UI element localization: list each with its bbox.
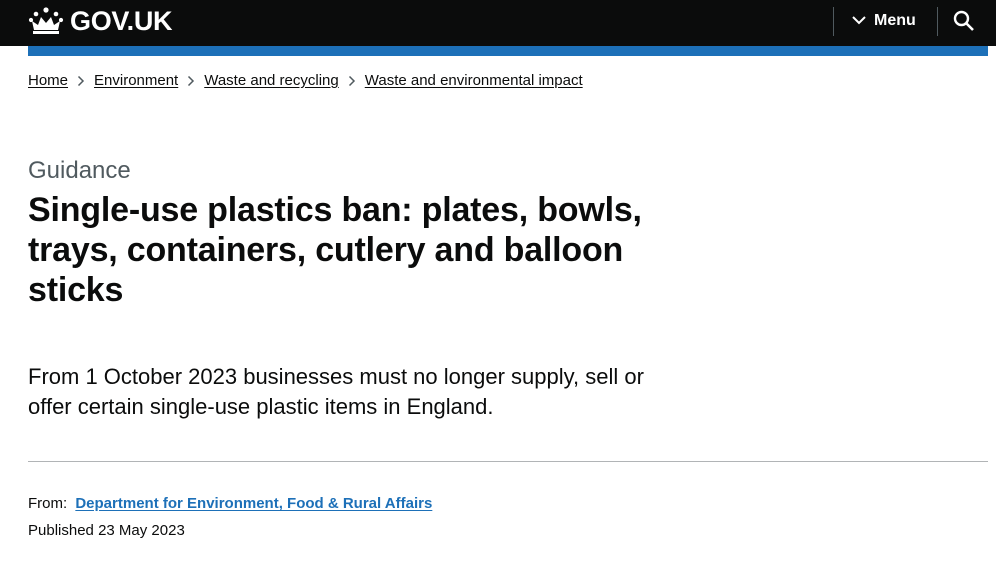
header-divider xyxy=(833,7,834,36)
govuk-logo-link[interactable]: GOV.UK xyxy=(28,6,173,36)
page-caption: Guidance xyxy=(28,157,131,184)
header-accent-bar xyxy=(28,46,988,56)
breadcrumb-waste-and-recycling[interactable]: Waste and recycling xyxy=(204,72,339,89)
menu-label: Menu xyxy=(874,12,916,29)
site-header: GOV.UK Menu xyxy=(0,0,996,46)
chevron-right-icon xyxy=(339,72,365,89)
metadata-published: Published 23 May 2023 xyxy=(28,521,185,541)
breadcrumb-waste-and-environmental-impact[interactable]: Waste and environmental impact xyxy=(365,72,583,89)
page-lead: From 1 October 2023 businesses must no l… xyxy=(28,364,644,419)
chevron-down-icon xyxy=(852,12,866,30)
breadcrumb: Home Environment Waste and recycling Was… xyxy=(28,72,583,89)
published-label: Published xyxy=(28,522,94,539)
header-divider xyxy=(937,7,938,36)
crown-icon xyxy=(28,6,64,36)
section-divider xyxy=(28,461,988,462)
metadata-from: From: Department for Environment, Food &… xyxy=(28,494,432,514)
page-title: Single-use plastics ban: plates, bowls, … xyxy=(28,191,642,309)
from-label: From: xyxy=(28,495,68,512)
search-button[interactable] xyxy=(953,10,975,37)
chevron-right-icon xyxy=(178,72,204,89)
from-organisation-link[interactable]: Department for Environment, Food & Rural… xyxy=(75,495,432,512)
chevron-right-icon xyxy=(68,72,94,89)
menu-button[interactable]: Menu xyxy=(852,11,916,31)
breadcrumb-environment[interactable]: Environment xyxy=(94,72,178,89)
logo-text: GOV.UK xyxy=(70,6,173,36)
breadcrumb-home[interactable]: Home xyxy=(28,72,68,89)
search-icon xyxy=(953,10,975,36)
published-date: 23 May 2023 xyxy=(98,522,185,539)
